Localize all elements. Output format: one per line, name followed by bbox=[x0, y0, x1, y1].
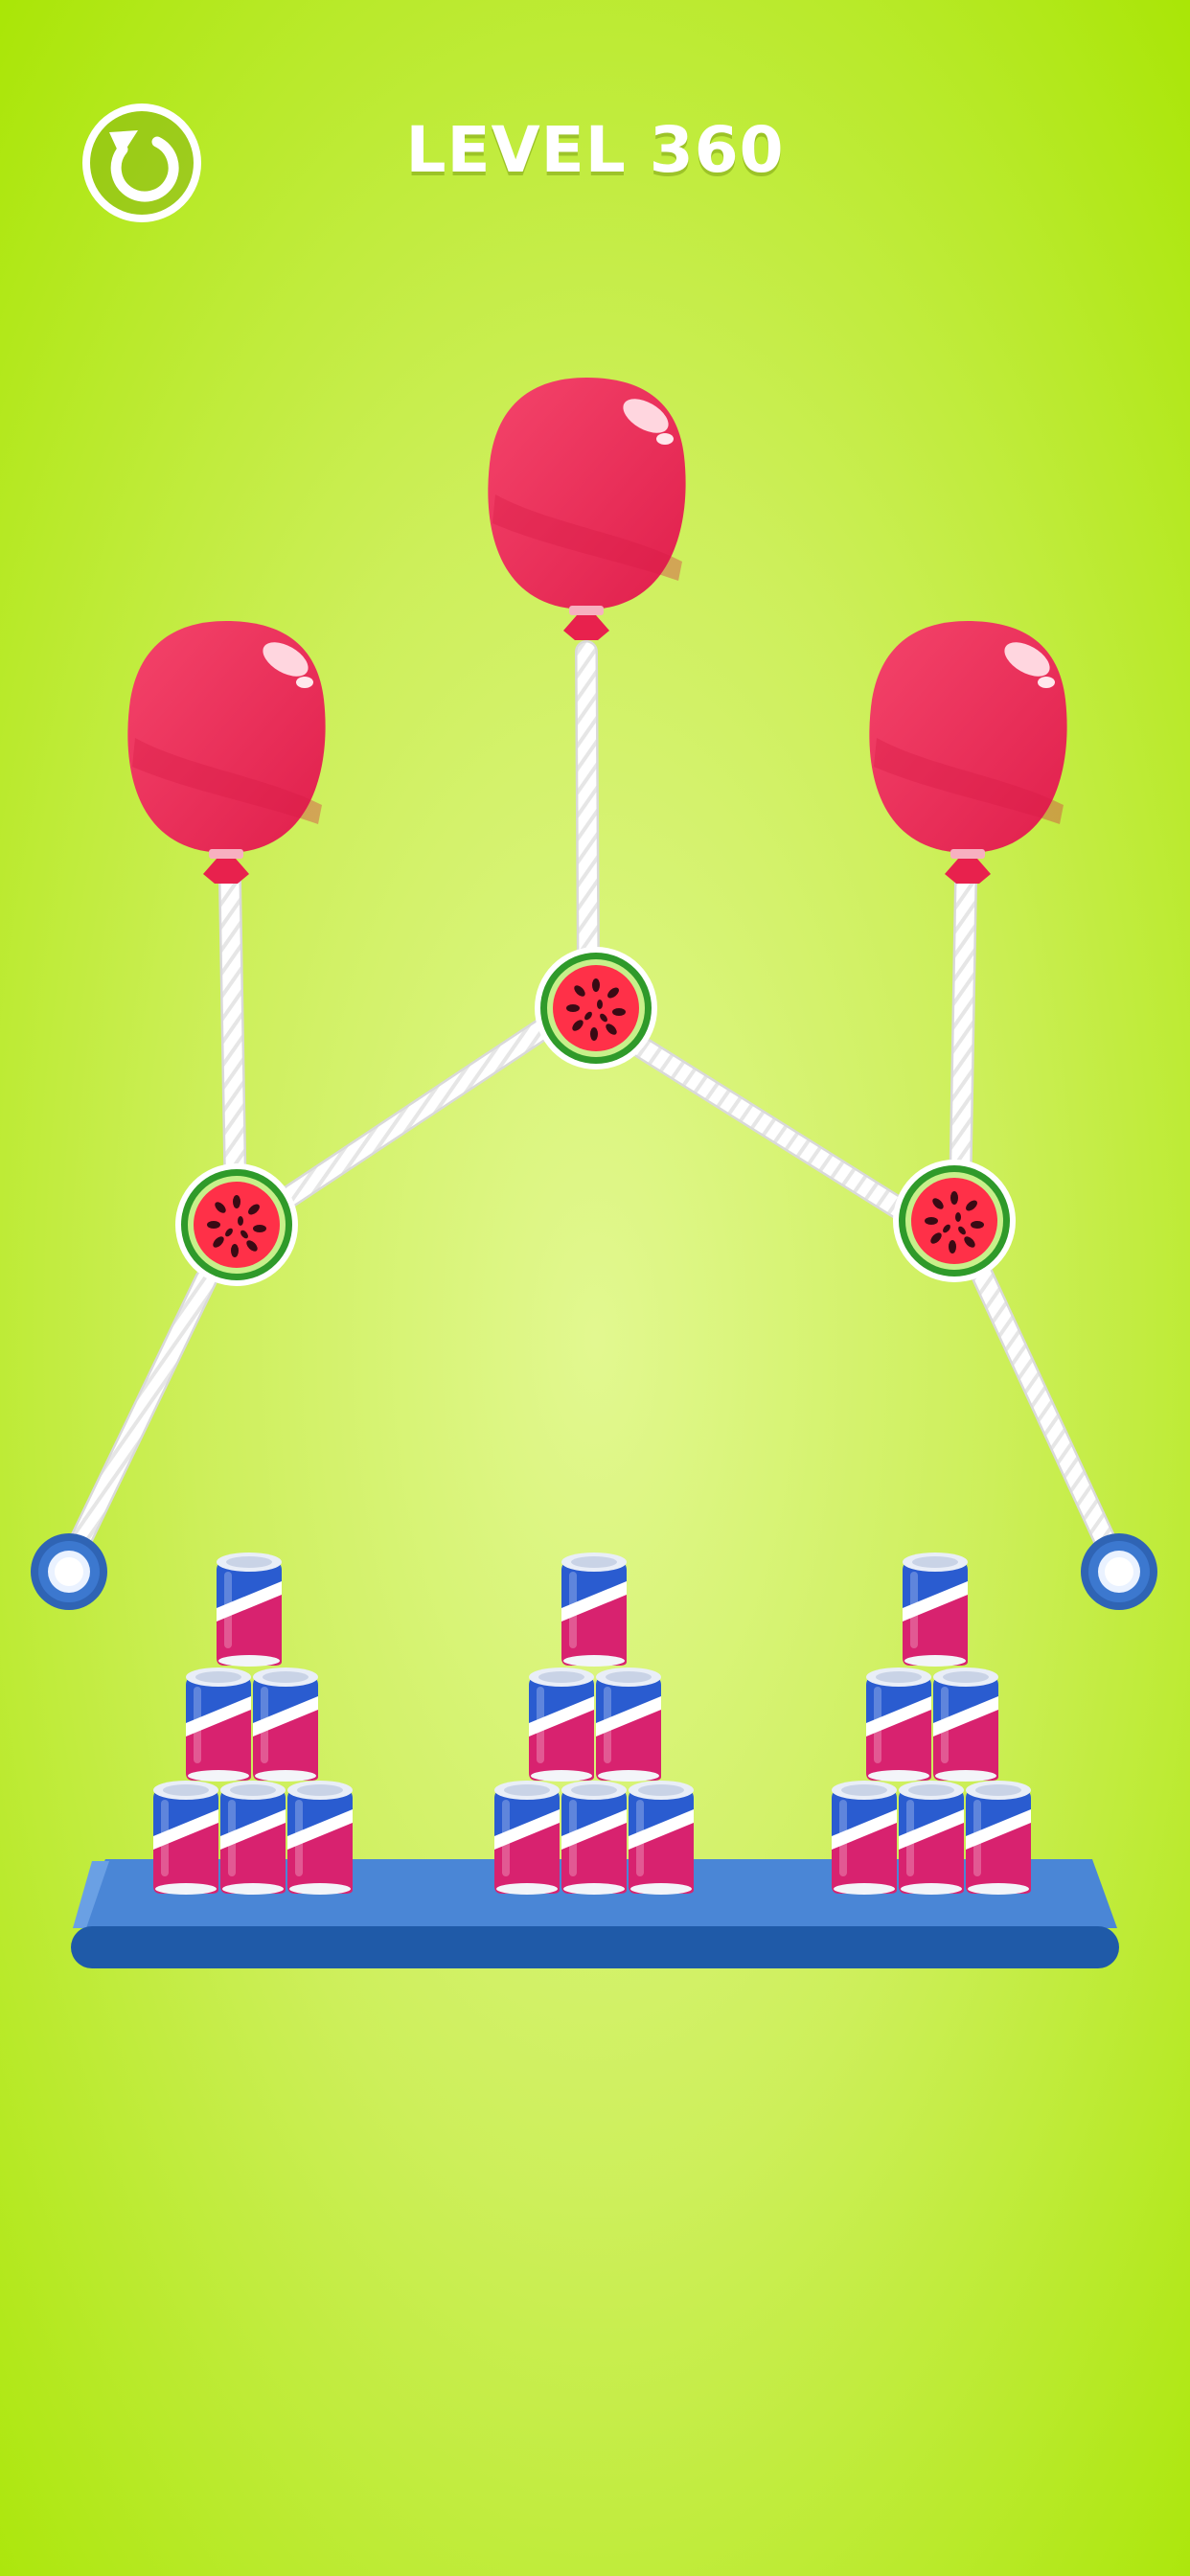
can bbox=[217, 1552, 282, 1667]
can bbox=[220, 1781, 286, 1895]
can bbox=[253, 1668, 318, 1782]
watermelon-pin-left[interactable] bbox=[175, 1163, 298, 1286]
can bbox=[866, 1668, 931, 1782]
anchor-left bbox=[31, 1533, 107, 1610]
game-scene bbox=[0, 0, 1190, 2576]
can bbox=[596, 1668, 661, 1782]
anchor-right bbox=[1081, 1533, 1157, 1610]
can bbox=[832, 1781, 897, 1895]
watermelon-pin-right[interactable] bbox=[893, 1160, 1016, 1282]
can bbox=[529, 1668, 594, 1782]
level-title: LEVEL 360 bbox=[405, 113, 785, 187]
can bbox=[966, 1781, 1031, 1895]
can bbox=[629, 1781, 694, 1895]
rope-left-vertical[interactable] bbox=[220, 872, 245, 1217]
rope-center-vertical[interactable] bbox=[577, 642, 598, 978]
rope-right-vertical[interactable] bbox=[950, 872, 975, 1211]
can bbox=[287, 1781, 353, 1895]
can bbox=[494, 1781, 560, 1895]
can bbox=[899, 1781, 964, 1895]
can bbox=[903, 1552, 968, 1667]
can bbox=[153, 1781, 218, 1895]
can bbox=[561, 1781, 627, 1895]
watermelon-pin-center[interactable] bbox=[535, 947, 657, 1070]
can bbox=[186, 1668, 251, 1782]
can bbox=[561, 1552, 627, 1667]
can bbox=[933, 1668, 998, 1782]
